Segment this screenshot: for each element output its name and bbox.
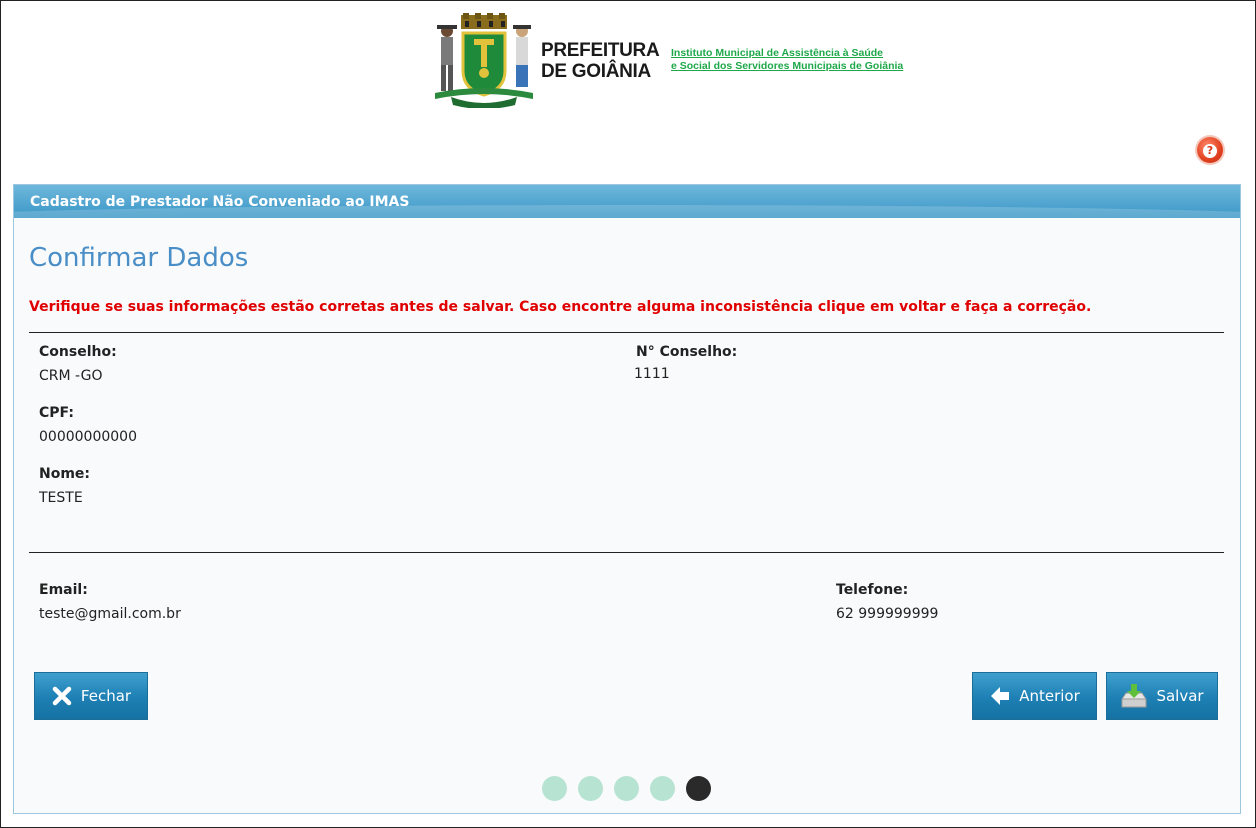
- wizard-step[interactable]: [542, 776, 567, 801]
- cpf-value: 00000000000: [39, 429, 137, 445]
- numero-conselho-value: 1111: [634, 366, 670, 382]
- panel-header: Cadastro de Prestador Não Conveniado ao …: [14, 185, 1240, 218]
- divider: [29, 552, 1224, 553]
- institute-link[interactable]: Instituto Municipal de Assistência à Saú…: [671, 47, 903, 73]
- institute-line1: Instituto Municipal de Assistência à Saú…: [671, 47, 883, 59]
- divider: [29, 332, 1224, 333]
- previous-button-label: Anterior: [1019, 687, 1080, 705]
- email-value: teste@gmail.com.br: [39, 606, 181, 622]
- save-button-label: Salvar: [1156, 687, 1204, 705]
- conselho-value: CRM -GO: [39, 368, 103, 384]
- registration-panel: Cadastro de Prestador Não Conveniado ao …: [13, 184, 1241, 814]
- save-download-icon: [1121, 684, 1147, 708]
- close-button-label: Fechar: [80, 687, 132, 705]
- warning-message: Verifique se suas informações estão corr…: [29, 299, 1092, 315]
- email-label: Email:: [39, 582, 88, 598]
- wizard-step[interactable]: [650, 776, 675, 801]
- prefeitura-title: PREFEITURA DE GOIÂNIA: [541, 40, 660, 82]
- numero-conselho-label: N° Conselho:: [636, 344, 738, 360]
- coat-of-arms-icon: [435, 13, 533, 108]
- nome-label: Nome:: [39, 466, 91, 482]
- help-button[interactable]: ?: [1197, 137, 1223, 163]
- close-button[interactable]: Fechar: [34, 672, 148, 720]
- question-circle-icon: ?: [1203, 144, 1217, 158]
- page-frame: PREFEITURA DE GOIÂNIA Instituto Municipa…: [0, 0, 1256, 828]
- cpf-label: CPF:: [39, 405, 74, 421]
- wizard-steps: [542, 776, 711, 801]
- arrow-left-icon: [991, 687, 1010, 705]
- conselho-label: Conselho:: [39, 344, 117, 360]
- wizard-step-current[interactable]: [686, 776, 711, 801]
- prefeitura-line1: PREFEITURA: [541, 40, 660, 61]
- panel-title: Cadastro de Prestador Não Conveniado ao …: [30, 194, 410, 210]
- telefone-value: 62 999999999: [836, 606, 939, 622]
- page-title: Confirmar Dados: [29, 243, 249, 273]
- wizard-step[interactable]: [578, 776, 603, 801]
- telefone-label: Telefone:: [836, 582, 909, 598]
- prefeitura-line2: DE GOIÂNIA: [541, 61, 651, 82]
- save-button[interactable]: Salvar: [1106, 672, 1218, 720]
- header-logo: PREFEITURA DE GOIÂNIA Instituto Municipa…: [425, 13, 905, 113]
- nome-value: TESTE: [39, 490, 83, 506]
- previous-button[interactable]: Anterior: [972, 672, 1097, 720]
- institute-line2: e Social dos Servidores Municipais de Go…: [671, 60, 904, 72]
- close-icon: [52, 686, 72, 706]
- wizard-step[interactable]: [614, 776, 639, 801]
